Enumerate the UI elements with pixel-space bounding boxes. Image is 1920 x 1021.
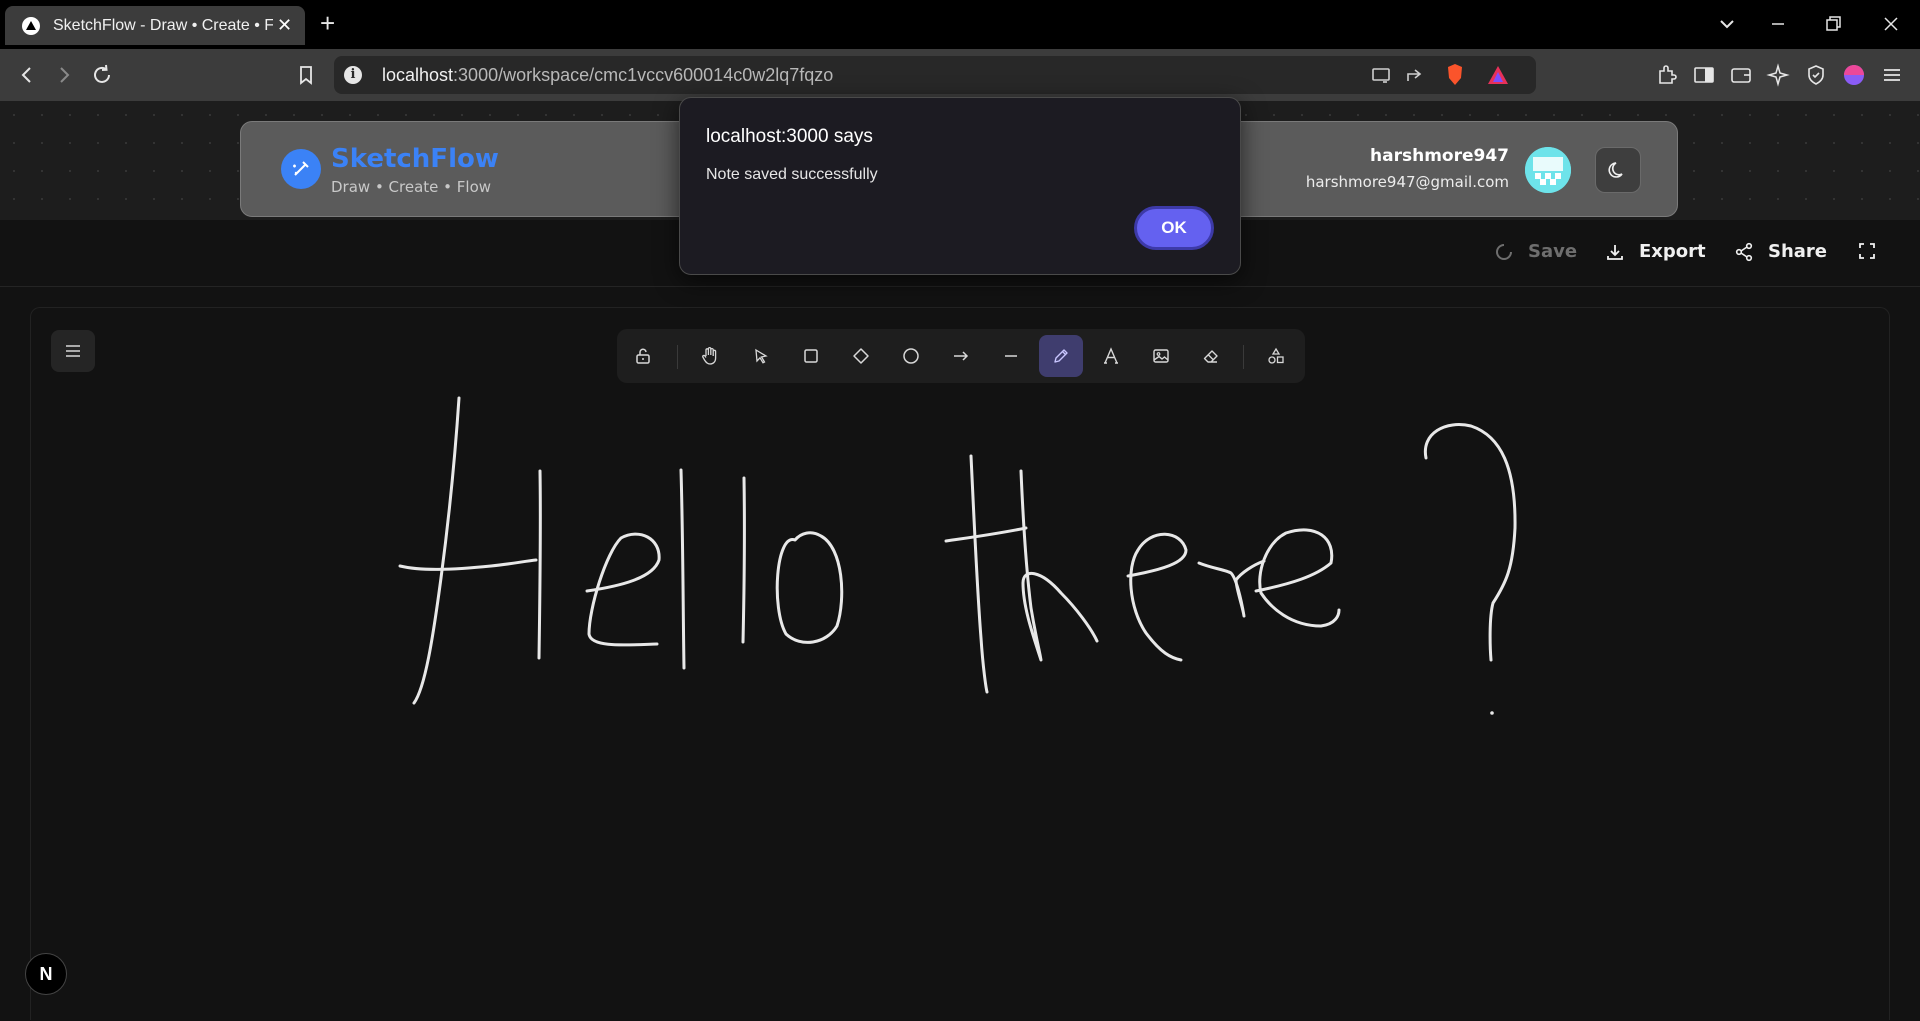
brave-shield-icon[interactable] — [1444, 63, 1466, 87]
loading-spinner-icon — [1496, 243, 1512, 260]
vpn-shield-icon[interactable] — [1804, 63, 1828, 87]
save-label: Save — [1528, 241, 1578, 262]
text-icon — [1104, 347, 1118, 364]
fullscreen-button[interactable] — [1857, 241, 1877, 261]
tool-line[interactable] — [989, 335, 1033, 377]
theme-toggle-button[interactable] — [1595, 147, 1641, 193]
line-icon — [1005, 355, 1017, 357]
browser-nav-bar: i localhost:3000/workspace/cmc1vccv60001… — [0, 49, 1920, 101]
leo-ai-icon[interactable] — [1766, 63, 1790, 87]
brand-name[interactable]: SketchFlow — [331, 144, 499, 174]
drawing-toolbar — [617, 329, 1305, 383]
app-favicon-icon — [22, 17, 40, 35]
extensions-icon[interactable] — [1655, 63, 1679, 87]
tool-arrow[interactable] — [939, 335, 983, 377]
user-email: harshmore947@gmail.com — [1305, 173, 1509, 191]
fullscreen-icon — [1859, 243, 1875, 259]
restore-icon[interactable] — [1818, 10, 1848, 38]
export-button[interactable]: Export — [1605, 241, 1706, 262]
tool-lock[interactable] — [621, 335, 665, 377]
tool-pencil[interactable] — [1039, 335, 1083, 377]
share-button[interactable]: Share — [1734, 241, 1827, 262]
tab-title: SketchFlow - Draw • Create • Flow — [53, 17, 273, 34]
url-host: localhost — [382, 65, 454, 85]
close-tab-icon[interactable]: ✕ — [277, 16, 292, 34]
dialog-title: localhost:3000 says — [706, 126, 873, 147]
minimize-icon[interactable] — [1763, 10, 1793, 38]
save-button[interactable]: Save — [1494, 241, 1577, 262]
arrow-icon — [954, 351, 969, 361]
brave-rewards-icon[interactable] — [1487, 65, 1509, 85]
address-bar[interactable]: i localhost:3000/workspace/cmc1vccv60001… — [334, 56, 1536, 94]
tool-hand[interactable] — [688, 335, 732, 377]
tool-ellipse[interactable] — [889, 335, 933, 377]
cast-icon[interactable] — [1369, 63, 1393, 87]
toolbar-divider — [1243, 345, 1244, 369]
reload-icon[interactable] — [90, 63, 114, 87]
url-text: localhost:3000/workspace/cmc1vccv600014c… — [382, 65, 833, 86]
url-path: :3000/workspace/cmc1vccv600014c0w2lq7fqz… — [453, 65, 834, 85]
unlock-icon — [636, 348, 650, 364]
nextjs-dev-badge[interactable]: N — [25, 953, 67, 995]
export-label: Export — [1639, 241, 1706, 262]
tool-image[interactable] — [1139, 335, 1183, 377]
tool-eraser[interactable] — [1189, 335, 1233, 377]
new-tab-icon[interactable]: + — [320, 10, 335, 36]
pencil-icon — [1054, 349, 1068, 363]
hamburger-icon — [66, 345, 80, 357]
alert-dialog: localhost:3000 says Note saved successfu… — [679, 97, 1241, 275]
download-icon — [1607, 244, 1623, 260]
shapes-icon — [1268, 347, 1284, 364]
share-label: Share — [1768, 241, 1828, 262]
drawing-canvas[interactable]: N — [25, 307, 1890, 1020]
bookmark-icon[interactable] — [294, 63, 318, 87]
menu-icon[interactable] — [1880, 63, 1904, 87]
tool-rectangle[interactable] — [789, 335, 833, 377]
circle-icon — [903, 348, 919, 364]
handwritten-sketch — [398, 396, 1517, 715]
diamond-icon — [853, 348, 869, 364]
profile-icon[interactable] — [1842, 63, 1866, 87]
dialog-message: Note saved successfully — [706, 166, 878, 183]
toolbar-divider — [677, 345, 678, 369]
canvas-menu-button[interactable] — [51, 330, 95, 372]
brand-tagline: Draw • Create • Flow — [331, 178, 492, 196]
back-icon[interactable] — [15, 63, 39, 87]
forward-icon[interactable] — [52, 63, 76, 87]
browser-tab[interactable]: SketchFlow - Draw • Create • Flow ✕ — [5, 6, 305, 45]
cursor-icon — [755, 348, 768, 364]
tool-select[interactable] — [739, 335, 783, 377]
close-window-icon[interactable] — [1876, 10, 1906, 38]
share-icon — [1735, 242, 1753, 261]
eraser-icon — [1203, 350, 1218, 363]
sidebar-icon[interactable] — [1692, 63, 1716, 87]
tool-text[interactable] — [1089, 335, 1133, 377]
moon-icon — [1608, 162, 1623, 178]
rectangle-icon — [804, 349, 818, 363]
tool-shapes[interactable] — [1254, 335, 1298, 377]
logo-icon[interactable] — [281, 149, 321, 189]
wallet-icon[interactable] — [1729, 63, 1753, 87]
image-icon — [1153, 349, 1169, 363]
browser-tab-bar: SketchFlow - Draw • Create • Flow ✕ + — [0, 0, 1920, 49]
avatar[interactable] — [1525, 147, 1571, 193]
tool-diamond[interactable] — [839, 335, 883, 377]
tab-search-chevron-icon[interactable] — [1712, 10, 1742, 38]
user-name: harshmore947 — [1370, 146, 1509, 166]
site-info-icon[interactable]: i — [344, 66, 362, 84]
share-page-icon[interactable] — [1403, 63, 1427, 87]
hand-icon — [702, 347, 717, 365]
ok-button[interactable]: OK — [1134, 206, 1214, 250]
